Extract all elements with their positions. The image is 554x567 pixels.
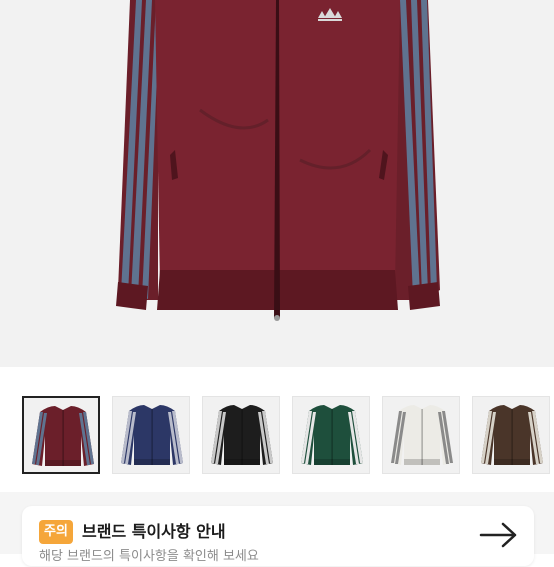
jacket-thumbnail-image — [121, 405, 183, 465]
thumbnail-strip — [0, 388, 554, 478]
jacket-thumbnail-image — [391, 405, 453, 465]
thumbnail-green[interactable] — [292, 396, 370, 474]
jacket-illustration — [116, 0, 440, 321]
thumbnail-brown[interactable] — [472, 396, 550, 474]
jacket-thumbnail-image — [211, 405, 273, 465]
product-main-image[interactable] — [0, 0, 554, 367]
notice-subtitle: 해당 브랜드의 특이사항을 확인해 보세요 — [39, 549, 259, 564]
arrow-right-icon[interactable] — [477, 520, 521, 550]
notice-title: 브랜드 특이사항 안내 — [82, 522, 226, 541]
brand-notice-card[interactable]: 주의 브랜드 특이사항 안내 해당 브랜드의 특이사항을 확인해 보세요 — [22, 506, 534, 566]
thumbnail-black[interactable] — [202, 396, 280, 474]
thumbnail-white[interactable] — [382, 396, 460, 474]
thumbnail-navy[interactable] — [112, 396, 190, 474]
notice-section: 주의 브랜드 특이사항 안내 해당 브랜드의 특이사항을 확인해 보세요 — [0, 492, 554, 566]
jacket-thumbnail-image — [481, 405, 543, 465]
jacket-thumbnail-image — [301, 405, 363, 465]
warning-badge: 주의 — [39, 520, 73, 544]
jacket-thumbnail-image — [32, 406, 94, 466]
thumbnail-burgundy[interactable] — [22, 396, 100, 474]
